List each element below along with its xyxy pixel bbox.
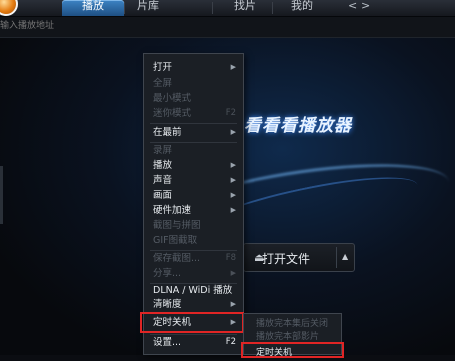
menu-item-label: 全屏 — [153, 78, 173, 89]
play-address-input[interactable] — [0, 19, 180, 33]
tab-divider — [272, 2, 273, 14]
menu-item-label: 迷你模式 — [153, 108, 192, 119]
menu-item-clarity[interactable]: 清晰度 ▶ — [144, 297, 243, 312]
menu-item-settings[interactable]: 设置... F2 — [144, 335, 243, 350]
menu-item-sound[interactable]: 声音 ▶ — [144, 173, 243, 188]
menu-shortcut: F2 — [225, 108, 236, 118]
tab-play[interactable]: 播放 — [62, 0, 124, 16]
menu-item-hw-accel[interactable]: 硬件加速 ▶ — [144, 203, 243, 218]
menu-item-label: 录屏 — [153, 145, 173, 156]
submenu-arrow-icon: ▶ — [230, 269, 236, 277]
menu-item-fullscreen[interactable]: 全屏 — [144, 76, 243, 91]
tab-divider — [124, 2, 125, 14]
menu-divider — [150, 123, 237, 124]
tab-divider — [212, 2, 213, 14]
menu-item-record[interactable]: 录屏 — [144, 143, 243, 158]
brand-logo-text: 看看看播放器 — [244, 116, 352, 136]
tab-mine[interactable]: 我的 — [278, 0, 326, 16]
submenu-highlight — [241, 342, 344, 358]
submenu-arrow-icon: ▶ — [230, 161, 236, 169]
menu-item-label: GIF图截取 — [153, 235, 198, 246]
back-arrow-icon[interactable]: < — [348, 0, 357, 12]
menu-item-label: 最小模式 — [153, 93, 192, 104]
menu-item-save-screenshot[interactable]: 保存截图... F8 — [144, 251, 243, 266]
menu-item-open[interactable]: 打开 ▶ — [144, 60, 243, 75]
menu-shortcut: F2 — [225, 337, 236, 347]
button-divider — [336, 247, 337, 268]
submenu-arrow-icon: ▶ — [230, 176, 236, 184]
menu-item-play[interactable]: 播放 ▶ — [144, 158, 243, 173]
open-file-label: 打开文件 — [262, 252, 311, 266]
submenu-arrow-icon: ▶ — [230, 63, 236, 71]
forward-arrow-icon[interactable]: > — [361, 0, 370, 12]
menu-item-label: 打开 — [153, 62, 173, 73]
menu-item-label: 在最前 — [153, 127, 182, 138]
menu-item-gif[interactable]: GIF图截取 — [144, 233, 243, 248]
menu-item-label: 硬件加速 — [153, 205, 192, 216]
submenu-arrow-icon: ▶ — [230, 191, 236, 199]
menu-item-label: 播放 — [153, 160, 173, 171]
menu-item-minimal[interactable]: 最小模式 — [144, 91, 243, 106]
menu-item-dlna[interactable]: DLNA / WiDi 播放 — [144, 283, 243, 298]
menu-item-screenshot-collage[interactable]: 截图与拼图 — [144, 218, 243, 233]
side-panel-handle[interactable] — [0, 166, 3, 224]
app-logo[interactable] — [0, 0, 18, 16]
menu-item-mini[interactable]: 迷你模式 F2 — [144, 106, 243, 121]
menu-item-label: 画面 — [153, 190, 173, 201]
menu-item-picture[interactable]: 画面 ▶ — [144, 188, 243, 203]
submenu-arrow-icon: ▶ — [230, 128, 236, 136]
submenu-arrow-icon: ▶ — [230, 206, 236, 214]
menu-item-label: 保存截图... — [153, 253, 201, 264]
dropdown-arrow-icon[interactable]: ▲ — [342, 252, 348, 261]
menu-item-label: 清晰度 — [153, 299, 182, 310]
menu-item-share[interactable]: 分享... ▶ — [144, 266, 243, 281]
menu-item-label: 声音 — [153, 175, 173, 186]
timed-shutdown-highlight — [140, 312, 244, 333]
address-bar — [0, 17, 455, 38]
tab-library[interactable]: 片库 — [126, 0, 170, 16]
tab-find[interactable]: 找片 — [220, 0, 270, 16]
submenu-arrow-icon: ▶ — [230, 300, 236, 308]
menu-item-on-top[interactable]: 在最前 ▶ — [144, 125, 243, 140]
menu-item-label: 截图与拼图 — [153, 220, 201, 231]
menu-item-label: 分享... — [153, 268, 182, 279]
menu-item-label: 设置... — [153, 337, 182, 348]
context-menu: 打开 ▶ 全屏 最小模式 迷你模式 F2 在最前 ▶ 录屏 播放 ▶ 声音 ▶ … — [140, 53, 244, 355]
open-file-button[interactable]: ⏏ 打开文件 ▲ — [243, 243, 355, 272]
menu-shortcut: F8 — [225, 253, 236, 263]
menu-item-label: DLNA / WiDi 播放 — [153, 285, 233, 296]
top-bar: 播放 片库 找片 我的 < > — [0, 0, 455, 17]
